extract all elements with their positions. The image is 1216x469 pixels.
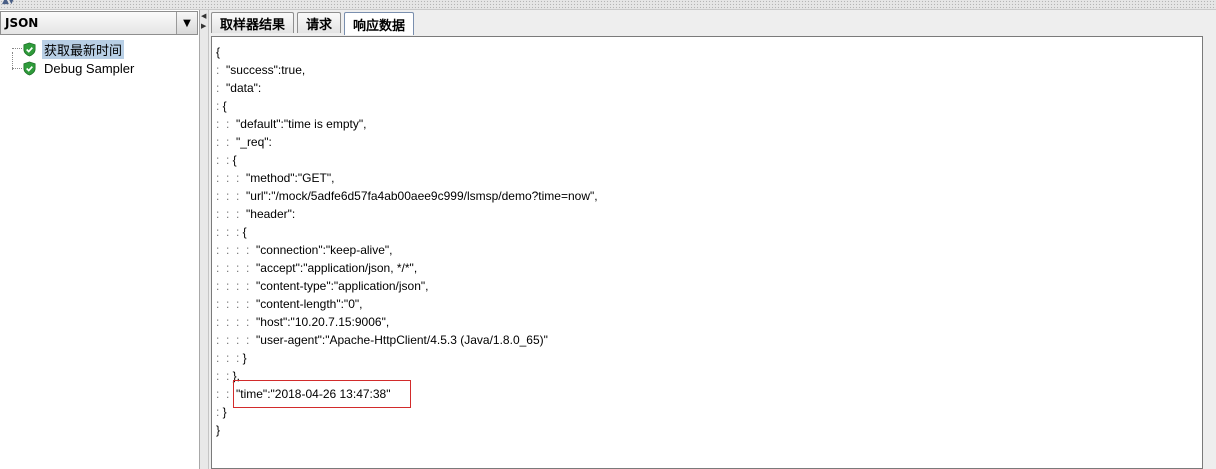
json-line: } bbox=[216, 421, 598, 439]
json-line-text: "connection":"keep-alive", bbox=[252, 243, 393, 257]
indent-guide: : : : : bbox=[216, 333, 253, 347]
json-line: : "data": bbox=[216, 79, 598, 97]
result-tabs: 取样器结果 请求 响应数据 bbox=[211, 12, 417, 35]
json-line: : "success":true, bbox=[216, 61, 598, 79]
json-line-text: "default":"time is empty", bbox=[232, 117, 367, 131]
tree-item-label: Debug Sampler bbox=[44, 60, 135, 76]
json-line-text: "user-agent":"Apache-HttpClient/4.5.3 (J… bbox=[252, 333, 548, 347]
chevron-down-icon[interactable]: ▼ bbox=[176, 12, 197, 34]
top-toolbar-strip: ▲▼ bbox=[0, 0, 1216, 10]
json-line: : : { bbox=[216, 151, 598, 169]
json-line-text: } bbox=[242, 351, 247, 365]
json-line-text: "content-length":"0", bbox=[252, 297, 363, 311]
time-highlight-annotation bbox=[233, 380, 411, 408]
json-line: : : : } bbox=[216, 349, 598, 367]
json-line-text: "accept":"application/json, */*", bbox=[252, 261, 418, 275]
json-line: : : : : "user-agent":"Apache-HttpClient/… bbox=[216, 331, 598, 349]
indent-guide: : : : : bbox=[216, 261, 253, 275]
json-line-text: { bbox=[216, 45, 221, 59]
json-line-text: "data": bbox=[222, 81, 262, 95]
json-line: : : "_req": bbox=[216, 133, 598, 151]
tab-sampler-result[interactable]: 取样器结果 bbox=[211, 12, 295, 33]
expand-left-arrow-icon[interactable]: ◀ bbox=[201, 12, 206, 20]
indent-guide: : : : bbox=[216, 351, 243, 365]
tree-connector bbox=[12, 68, 22, 69]
indent-guide: : bbox=[216, 405, 223, 419]
tree-item-get-latest-time[interactable]: 获取最新时间 bbox=[22, 39, 125, 59]
json-line: : : : : "content-type":"application/json… bbox=[216, 277, 598, 295]
tab-response-data[interactable]: 响应数据 bbox=[344, 12, 415, 35]
json-line: : : : : "connection":"keep-alive", bbox=[216, 241, 598, 259]
tab-request[interactable]: 请求 bbox=[297, 12, 342, 33]
indent-guide: : : : : bbox=[216, 297, 253, 311]
json-line: : : : "url":"/mock/5adfe6d57fa4ab00aee9c… bbox=[216, 187, 598, 205]
json-line-text: { bbox=[222, 99, 227, 113]
json-line-text: { bbox=[232, 153, 237, 167]
tree-item-label: 获取最新时间 bbox=[42, 39, 125, 59]
indent-guide: : : bbox=[216, 369, 233, 383]
indent-guide: : : : : bbox=[216, 243, 253, 257]
split-pane-divider[interactable]: ◀ ▶ bbox=[200, 10, 209, 469]
indent-guide: : : bbox=[216, 153, 233, 167]
tree-item-debug-sampler[interactable]: Debug Sampler bbox=[22, 59, 136, 77]
indent-guide: : : : bbox=[216, 207, 243, 221]
json-line: : : : { bbox=[216, 223, 598, 241]
renderer-select[interactable]: JSON ▼ bbox=[0, 11, 198, 35]
right-gutter bbox=[1204, 36, 1216, 469]
indent-guide: : bbox=[216, 81, 223, 95]
json-line: : : : : "host":"10.20.7.15:9006", bbox=[216, 313, 598, 331]
json-line: : : : : "accept":"application/json, */*"… bbox=[216, 259, 598, 277]
json-line-text: } bbox=[222, 405, 227, 419]
renderer-select-value: JSON bbox=[5, 16, 39, 30]
indent-guide: : : : bbox=[216, 225, 243, 239]
json-line: { bbox=[216, 43, 598, 61]
collapse-arrows-icon[interactable]: ▲▼ bbox=[2, 0, 15, 6]
expand-right-arrow-icon[interactable]: ▶ bbox=[201, 22, 206, 30]
json-line: : : : "header": bbox=[216, 205, 598, 223]
indent-guide: : : bbox=[216, 387, 233, 401]
indent-guide: : : : : bbox=[216, 315, 253, 329]
json-line-text: "success":true, bbox=[222, 63, 306, 77]
indent-guide: : : : : bbox=[216, 279, 253, 293]
json-line-text: "url":"/mock/5adfe6d57fa4ab00aee9c999/ls… bbox=[242, 189, 598, 203]
indent-guide: : : bbox=[216, 117, 233, 131]
indent-guide: : bbox=[216, 63, 223, 77]
json-line: : : : "method":"GET", bbox=[216, 169, 598, 187]
left-panel: JSON ▼ 获取最新时间 Debug Sampler bbox=[0, 10, 200, 469]
json-line-text: "host":"10.20.7.15:9006", bbox=[252, 315, 390, 329]
tree-connector bbox=[12, 48, 22, 49]
json-line-text: "_req": bbox=[232, 135, 272, 149]
json-line-text: "header": bbox=[242, 207, 296, 221]
indent-guide: : bbox=[216, 99, 223, 113]
success-shield-icon bbox=[23, 42, 36, 56]
json-line-text: "content-type":"application/json", bbox=[252, 279, 429, 293]
indent-guide: : : bbox=[216, 135, 233, 149]
json-line: : : : : "content-length":"0", bbox=[216, 295, 598, 313]
json-line-text: "method":"GET", bbox=[242, 171, 335, 185]
indent-guide: : : : bbox=[216, 189, 243, 203]
json-line-text: } bbox=[216, 423, 221, 437]
json-line-text: { bbox=[242, 225, 247, 239]
json-line: : { bbox=[216, 97, 598, 115]
json-line: : : "default":"time is empty", bbox=[216, 115, 598, 133]
success-shield-icon bbox=[23, 61, 36, 75]
indent-guide: : : : bbox=[216, 171, 243, 185]
